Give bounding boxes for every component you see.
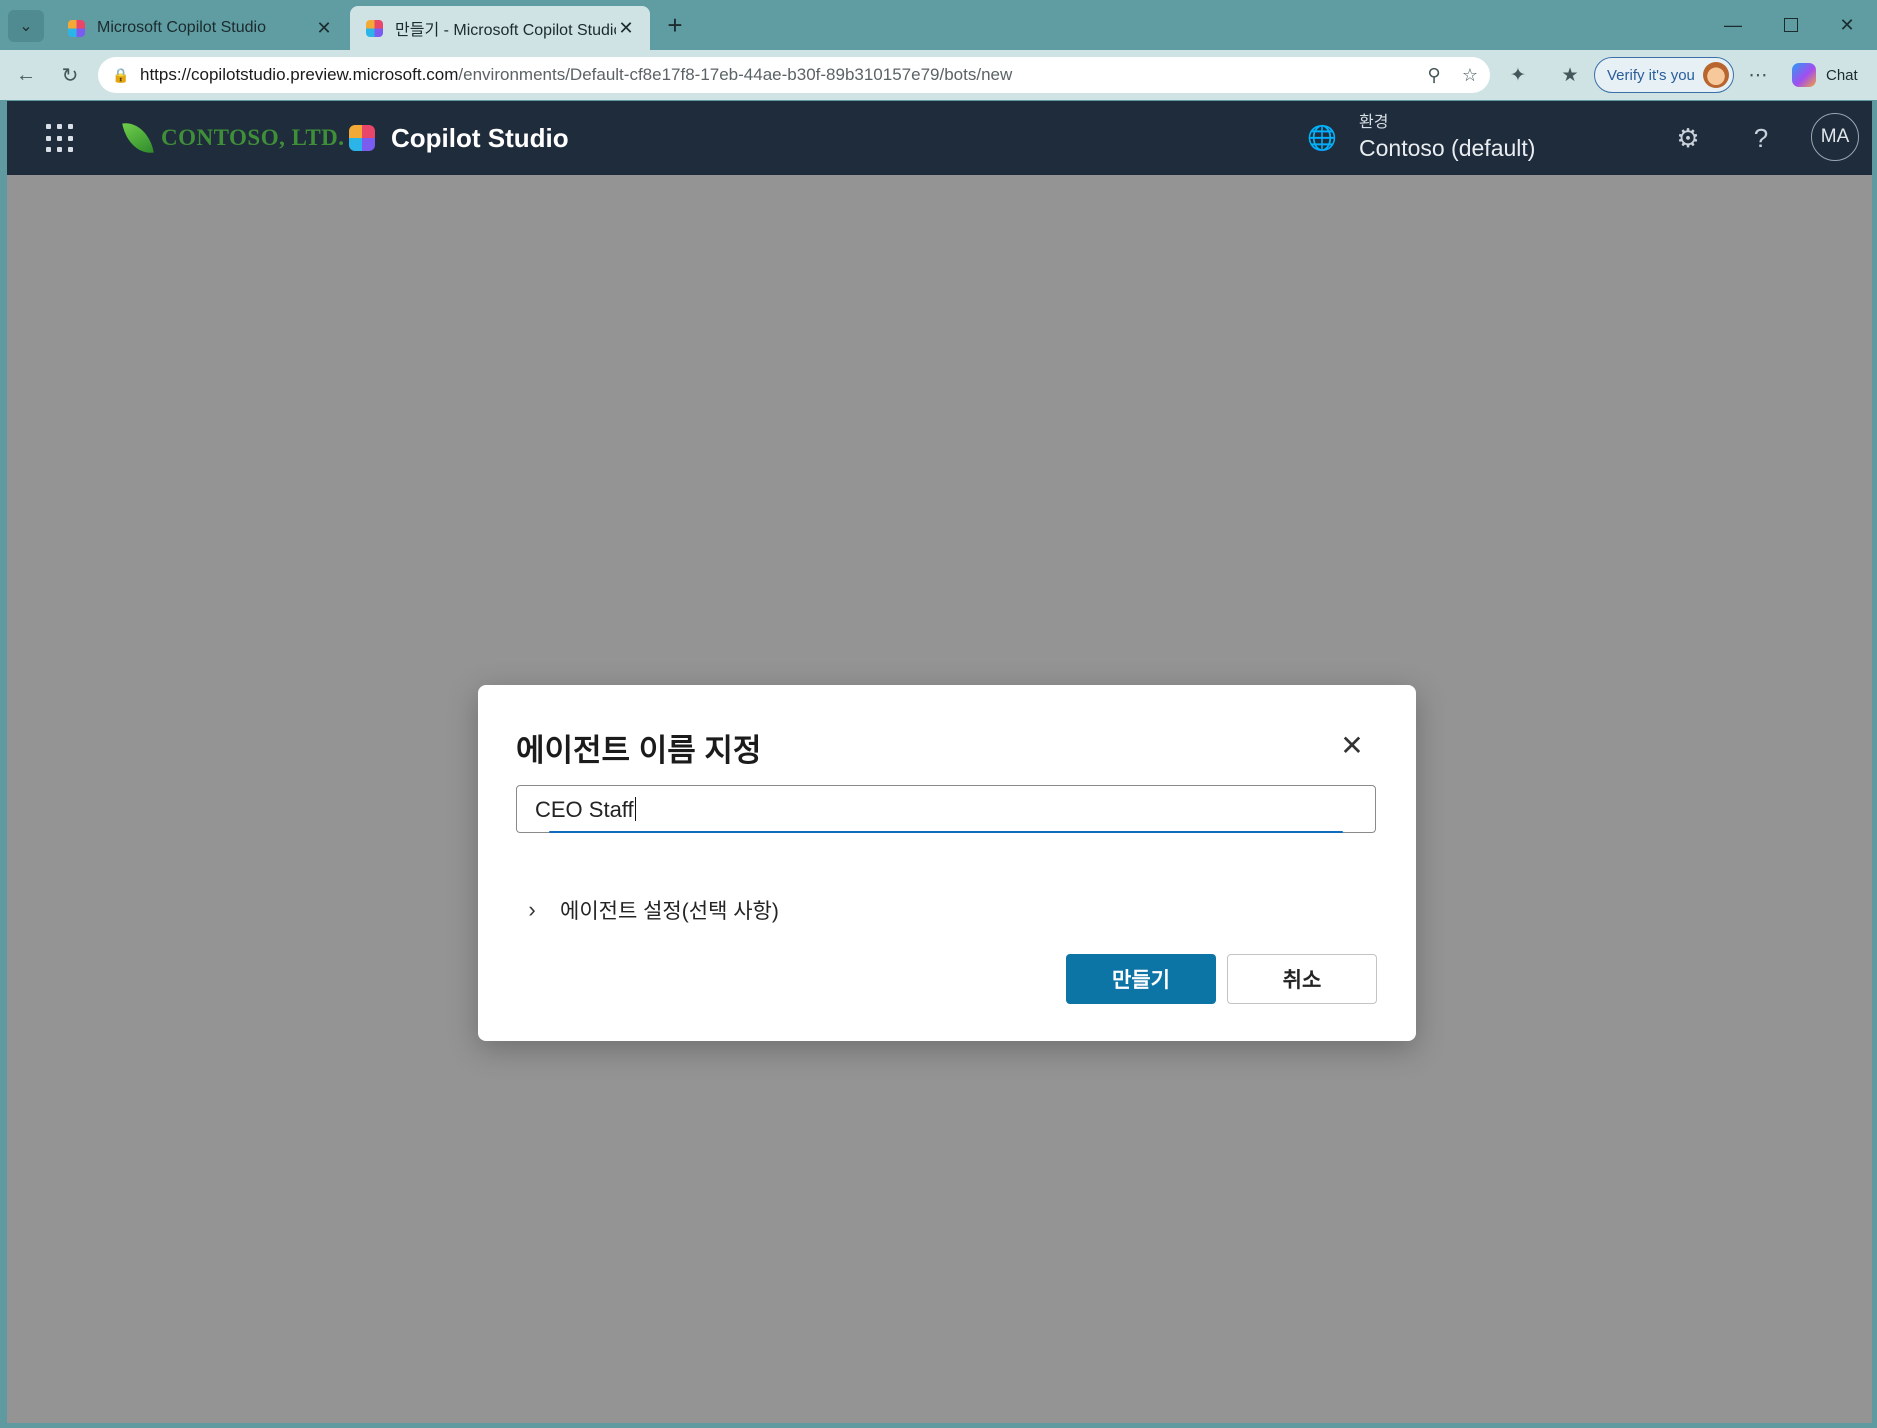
product-home-link[interactable]: Copilot Studio xyxy=(349,119,569,157)
copilot-studio-logo-icon xyxy=(349,125,375,151)
help-icon: ? xyxy=(1753,122,1769,153)
copilot-chat-button[interactable]: Chat xyxy=(1784,57,1872,93)
product-name: Copilot Studio xyxy=(391,122,569,153)
refresh-icon: ↻ xyxy=(61,64,79,87)
close-icon[interactable]: ✕ xyxy=(616,18,636,39)
dialog-title: 에이전트 이름 지정 xyxy=(516,733,762,768)
environment-picker[interactable]: 🌐 환경 Contoso (default) xyxy=(1307,107,1535,169)
chevron-down-icon: ⌄ xyxy=(19,18,33,35)
copilot-icon xyxy=(1792,63,1816,87)
url-host: https://copilotstudio.preview.microsoft.… xyxy=(140,65,459,84)
close-icon: ✕ xyxy=(1839,14,1855,35)
dialog-close-button[interactable]: ✕ xyxy=(1336,729,1368,761)
minimize-icon: — xyxy=(1724,14,1742,35)
url-path: /environments/Default-cf8e17f8-17eb-44ae… xyxy=(458,65,1013,84)
agent-settings-label: 에이전트 설정(선택 사항) xyxy=(560,900,779,923)
back-button[interactable]: ← xyxy=(10,59,42,91)
minimize-button[interactable]: — xyxy=(1706,8,1760,42)
verify-label: Verify it's you xyxy=(1607,66,1695,84)
browser-window: ⌄ Microsoft Copilot Studio ✕ 만들기 - Micro… xyxy=(0,0,1877,1428)
new-tab-button[interactable]: + xyxy=(660,10,690,40)
chevron-right-icon: › xyxy=(528,897,536,922)
name-agent-dialog: 에이전트 이름 지정 ✕ CEO Staff › 에이전트 설정(선택 사항) … xyxy=(478,685,1416,1041)
input-focus-underline xyxy=(549,831,1343,833)
address-bar[interactable]: 🔒 https://copilotstudio.preview.microsof… xyxy=(98,57,1490,93)
favorites-button[interactable]: ★ xyxy=(1554,59,1586,91)
maximize-button[interactable] xyxy=(1764,8,1818,42)
cancel-button-label: 취소 xyxy=(1282,969,1322,992)
tab-actions-menu[interactable]: ⌄ xyxy=(8,10,44,42)
maximize-icon xyxy=(1784,18,1798,32)
chat-label: Chat xyxy=(1826,66,1858,84)
org-brand-text: CONTOSO, LTD. xyxy=(161,125,345,150)
close-icon[interactable]: ✕ xyxy=(314,18,334,39)
text-caret xyxy=(634,797,637,821)
puzzle-icon: ✦ xyxy=(1510,64,1526,86)
copilot-studio-favicon-icon xyxy=(68,19,85,37)
close-window-button[interactable]: ✕ xyxy=(1820,8,1874,42)
app-launcher-icon[interactable] xyxy=(45,123,77,155)
more-icon: ⋯ xyxy=(1748,64,1768,86)
refresh-button[interactable]: ↻ xyxy=(54,59,86,91)
zoom-icon[interactable]: ⚲ xyxy=(1418,57,1450,93)
tab-strip: ⌄ Microsoft Copilot Studio ✕ 만들기 - Micro… xyxy=(0,0,1877,50)
url-text: https://copilotstudio.preview.microsoft.… xyxy=(140,65,1012,85)
cancel-button[interactable]: 취소 xyxy=(1227,954,1377,1004)
browser-toolbar: ← ↻ 🔒 https://copilotstudio.preview.micr… xyxy=(0,50,1877,100)
back-arrow-icon: ← xyxy=(16,63,36,86)
gear-icon: ⚙ xyxy=(1676,122,1700,153)
tab-copilot-studio[interactable]: Microsoft Copilot Studio ✕ xyxy=(52,6,348,50)
app-header: CONTOSO, LTD. Copilot Studio 🌐 환경 Contos… xyxy=(7,101,1872,175)
extensions-button[interactable]: ✦ xyxy=(1502,59,1534,91)
lock-icon[interactable]: 🔒 xyxy=(112,66,130,84)
more-menu-button[interactable]: ⋯ xyxy=(1742,59,1774,91)
profile-avatar-icon xyxy=(1703,62,1729,88)
tab-create-active[interactable]: 만들기 - Microsoft Copilot Studio ✕ xyxy=(350,6,650,50)
plus-icon: + xyxy=(667,9,683,40)
agent-settings-expander[interactable]: › 에이전트 설정(선택 사항) xyxy=(522,895,779,925)
page-content: CONTOSO, LTD. Copilot Studio 🌐 환경 Contos… xyxy=(7,101,1872,1423)
avatar[interactable]: MA xyxy=(1811,113,1859,161)
verify-identity-button[interactable]: Verify it's you xyxy=(1594,57,1734,93)
favorites-icon: ★ xyxy=(1561,64,1579,86)
agent-name-value: CEO Staff xyxy=(535,797,634,822)
tab-label: 만들기 - Microsoft Copilot Studio xyxy=(395,22,616,39)
create-button-label: 만들기 xyxy=(1112,969,1170,992)
agent-name-input[interactable]: CEO Staff xyxy=(516,785,1376,833)
globe-icon: 🌐 xyxy=(1307,124,1337,152)
star-icon[interactable]: ☆ xyxy=(1454,57,1486,93)
settings-button[interactable]: ⚙ xyxy=(1669,119,1707,157)
help-button[interactable]: ? xyxy=(1742,119,1780,157)
environment-caption: 환경 xyxy=(1359,114,1389,131)
avatar-initials: MA xyxy=(1820,126,1850,147)
org-logo[interactable]: CONTOSO, LTD. xyxy=(122,119,345,157)
environment-value: Contoso (default) xyxy=(1359,135,1536,161)
copilot-studio-favicon-icon xyxy=(366,19,383,37)
tab-label: Microsoft Copilot Studio xyxy=(97,19,266,36)
close-icon: ✕ xyxy=(1340,729,1364,761)
create-button[interactable]: 만들기 xyxy=(1066,954,1216,1004)
leaf-icon xyxy=(122,119,154,157)
